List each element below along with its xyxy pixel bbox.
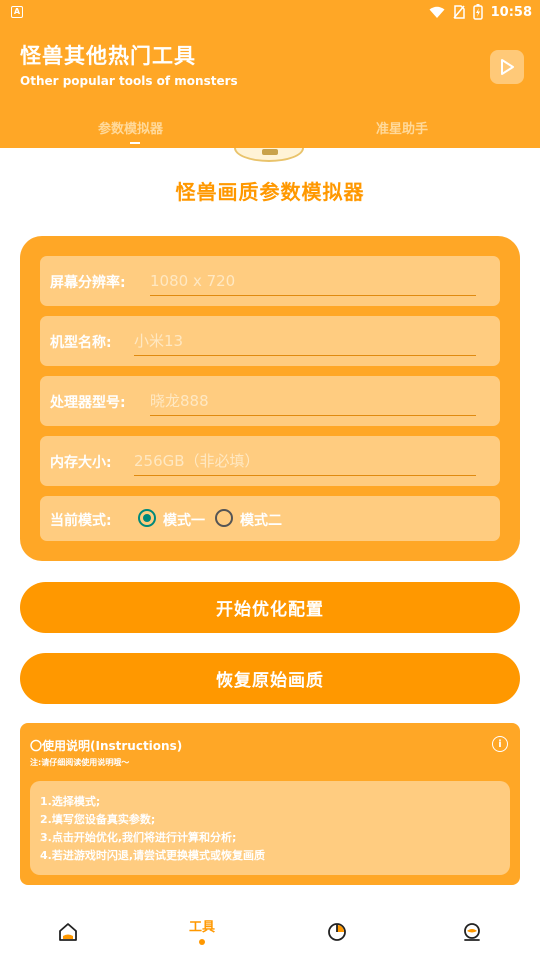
memory-field: 内存大小:: [40, 436, 500, 486]
header: A 10:58 怪兽其他热门工具 Other popular tools of …: [0, 0, 540, 148]
status-time: 10:58: [490, 4, 532, 20]
mode-field: 当前模式: 模式一 模式二: [40, 496, 500, 541]
bottom-nav: 工具: [0, 904, 540, 960]
logo-image: [234, 148, 304, 162]
tab-param-simulator[interactable]: 参数模拟器: [98, 118, 163, 137]
mode-one-label[interactable]: 模式一: [163, 510, 205, 530]
nav-item-profile[interactable]: [442, 904, 502, 960]
restore-quality-button[interactable]: 恢复原始画质: [20, 653, 520, 704]
no-sim-icon: [453, 5, 465, 19]
model-field: 机型名称:: [40, 316, 500, 366]
model-label: 机型名称:: [50, 335, 112, 351]
home-icon: [59, 923, 77, 941]
pie-chart-icon: [328, 923, 346, 941]
mode-two-radio[interactable]: [215, 509, 233, 527]
resolution-field: 屏幕分辨率:: [40, 256, 500, 306]
simulator-title: 怪兽画质参数模拟器: [175, 180, 365, 204]
instructions-title: 〇使用说明(Instructions): [30, 739, 183, 753]
status-right: 10:58: [429, 4, 532, 20]
mode-label: 当前模式:: [50, 513, 112, 529]
page-subtitle: Other popular tools of monsters: [20, 74, 238, 88]
processor-input[interactable]: [150, 386, 476, 416]
instructions-card: 〇使用说明(Instructions) 注:请仔细阅读使用说明哦～ i 1.选择…: [20, 723, 520, 885]
info-icon[interactable]: i: [492, 736, 508, 752]
instructions-note: 注:请仔细阅读使用说明哦～: [30, 758, 130, 767]
play-icon: [501, 59, 514, 75]
tab-crosshair-helper[interactable]: 准星助手: [376, 118, 428, 137]
processor-field: 处理器型号:: [40, 376, 500, 426]
profile-icon: [464, 923, 480, 941]
resolution-label: 屏幕分辨率:: [50, 275, 126, 291]
nav-item-tools[interactable]: 工具: [172, 904, 232, 960]
instructions-list: 1.选择模式; 2.填写您设备真实参数; 3.点击开始优化,我们将进行计算和分析…: [30, 781, 510, 875]
model-input[interactable]: [134, 326, 476, 356]
processor-label: 处理器型号:: [50, 395, 126, 411]
wifi-icon: [429, 6, 445, 18]
app-icon: A: [11, 6, 23, 18]
start-optimize-button[interactable]: 开始优化配置: [20, 582, 520, 633]
play-button[interactable]: [490, 50, 524, 84]
instruction-step: 2.填写您设备真实参数;: [40, 813, 156, 826]
mode-one-radio[interactable]: [138, 509, 156, 527]
instruction-step: 4.若进游戏时闪退,请尝试更换模式或恢复画质: [40, 849, 266, 862]
nav-item-stats[interactable]: [307, 904, 367, 960]
instruction-step: 1.选择模式;: [40, 795, 101, 808]
status-bar: A 10:58: [0, 0, 540, 26]
nav-active-dot: [199, 938, 205, 945]
instruction-step: 3.点击开始优化,我们将进行计算和分析;: [40, 831, 237, 844]
nav-tools-label: 工具: [188, 919, 215, 935]
tab-indicator: [130, 142, 140, 144]
nav-item-home[interactable]: [38, 904, 98, 960]
page-title: 怪兽其他热门工具: [20, 44, 196, 68]
resolution-input[interactable]: [150, 266, 476, 296]
battery-charging-icon: [472, 4, 483, 20]
mode-two-label[interactable]: 模式二: [240, 510, 282, 530]
memory-label: 内存大小:: [50, 455, 112, 471]
tab-bar: 参数模拟器 准星助手: [0, 112, 540, 148]
memory-input[interactable]: [134, 446, 476, 476]
param-form: 屏幕分辨率: 机型名称: 处理器型号: 内存大小: 当前模式: 模式一 模式二: [20, 236, 520, 561]
